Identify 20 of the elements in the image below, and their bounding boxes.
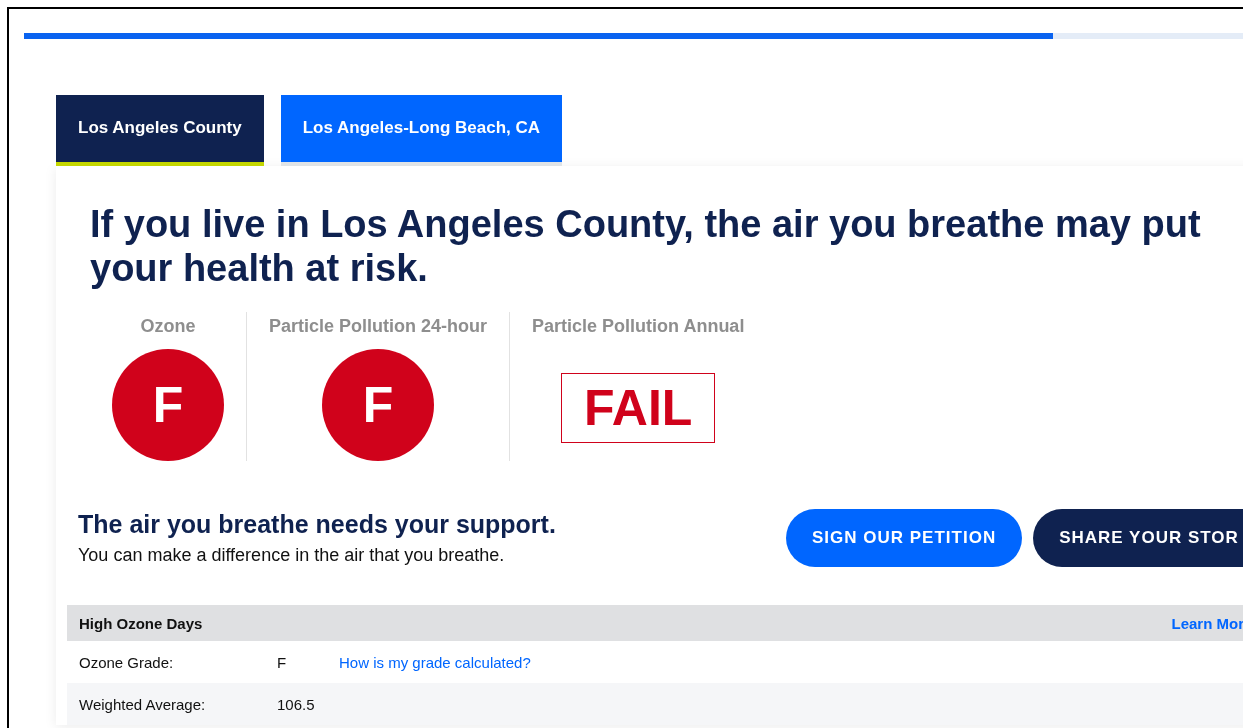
headline: If you live in Los Angeles County, the air you breathe may put your health at risk.	[90, 202, 1202, 290]
grade-label: Ozone	[140, 316, 196, 337]
support-heading: The air you breathe needs your support.	[78, 510, 557, 539]
row-value: 106.5	[277, 695, 316, 713]
grade-badge: F	[322, 349, 434, 461]
grade-label: Particle Pollution Annual	[532, 316, 745, 337]
location-tab[interactable]: Los Angeles County	[56, 95, 264, 166]
location-tab[interactable]: Los Angeles-Long Beach, CA	[280, 95, 563, 166]
row-label: Weighted Average:	[79, 695, 207, 713]
row-value: F	[277, 653, 288, 671]
grade-label: Particle Pollution 24-hour	[269, 316, 488, 337]
petition-button[interactable]: SIGN OUR PETITION	[786, 509, 1023, 567]
share-button[interactable]: SHARE YOUR STOR	[1033, 509, 1243, 567]
table-title: High Ozone Days	[79, 614, 203, 632]
learn-more-link[interactable]: Learn Mor	[1171, 614, 1243, 632]
support-text: You can make a difference in the air that you breathe.	[78, 545, 506, 566]
grade-badge: FAIL	[561, 373, 716, 443]
grade-info-link[interactable]: How is my grade calculated?	[339, 653, 531, 671]
row-label: Ozone Grade:	[79, 653, 175, 671]
grade-badge: F	[112, 349, 224, 461]
